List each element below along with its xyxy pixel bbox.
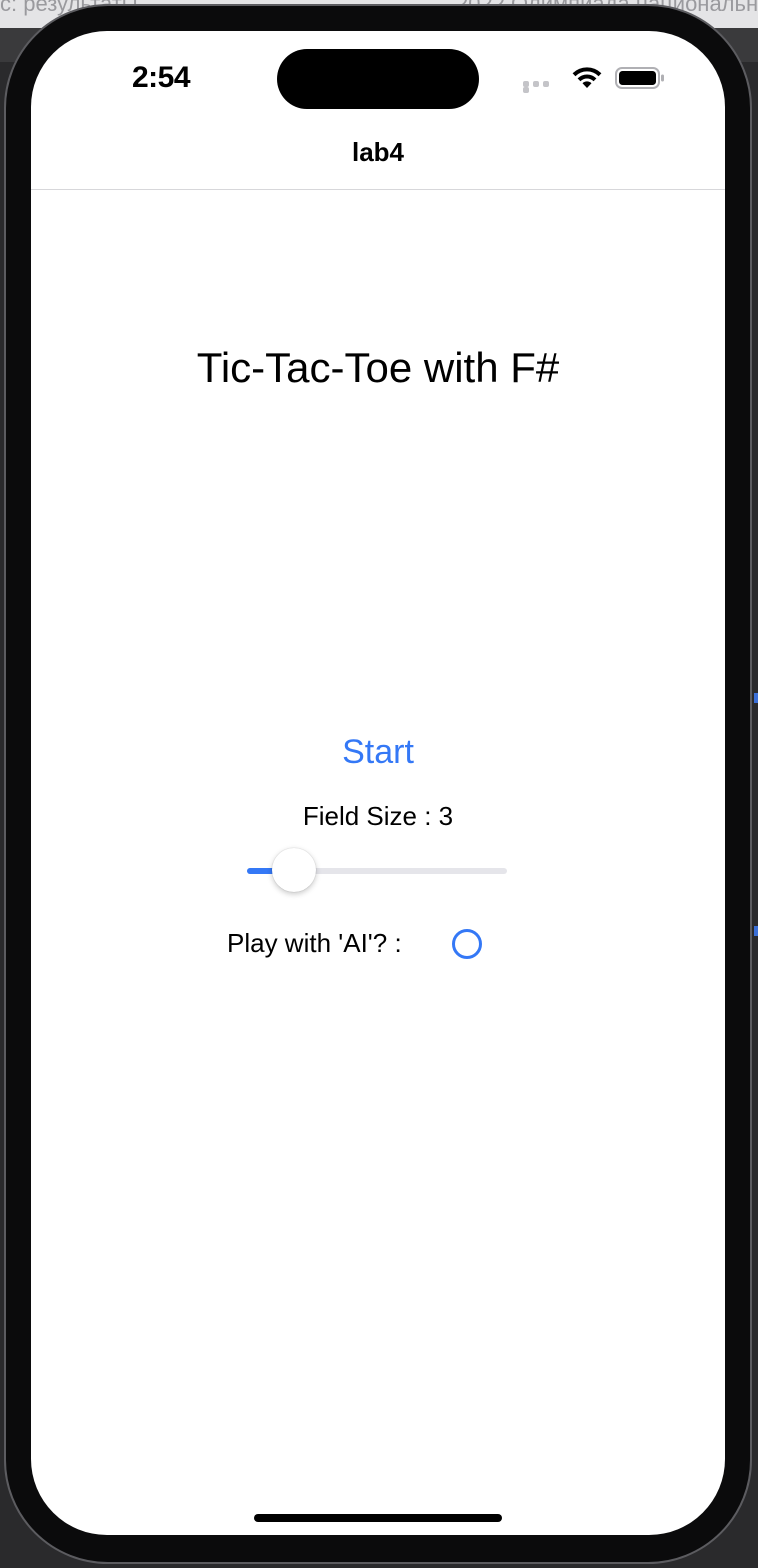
status-time: 2:54 bbox=[131, 61, 191, 94]
dynamic-island bbox=[277, 49, 479, 109]
nav-title: lab4 bbox=[351, 137, 405, 167]
phone-screen: 2:54 lab4 Tic-Tac-Toe with F# Start Fiel… bbox=[31, 31, 725, 1535]
play-with-ai-radio[interactable] bbox=[452, 929, 482, 959]
field-size-label: Field Size : 3 bbox=[302, 801, 454, 831]
slider-thumb[interactable] bbox=[271, 848, 316, 892]
page-title: Tic-Tac-Toe with F# bbox=[196, 344, 560, 391]
navigation-bar: lab4 bbox=[31, 125, 725, 190]
cellular-signal-icon bbox=[523, 81, 559, 93]
battery-icon bbox=[615, 67, 664, 89]
start-button[interactable]: Start bbox=[298, 733, 458, 781]
desktop-accent-mark bbox=[754, 693, 758, 703]
home-indicator[interactable] bbox=[254, 1514, 502, 1522]
desktop-accent-mark bbox=[754, 926, 758, 936]
play-with-ai-label: Play with 'AI'? : bbox=[227, 928, 402, 958]
wifi-icon bbox=[572, 67, 602, 88]
